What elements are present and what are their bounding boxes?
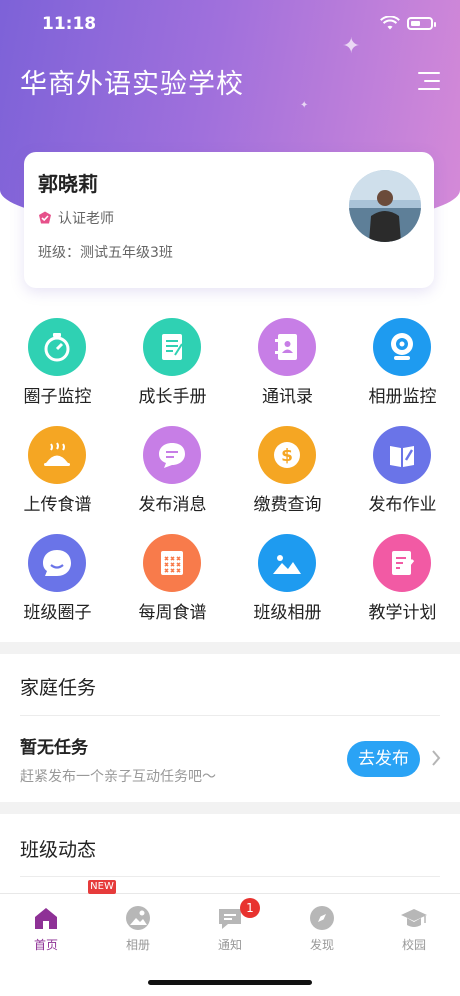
certification-row: 认证老师: [38, 208, 114, 228]
grid-label: 上传食谱: [23, 495, 92, 515]
status-time: 11:18: [42, 14, 97, 34]
calendar-grid-icon: [143, 534, 201, 592]
notebook-icon: [143, 318, 201, 376]
wifi-icon: [380, 16, 400, 30]
grid-item-class-album[interactable]: 班级相册: [230, 534, 345, 634]
grid-label: 教学计划: [368, 603, 437, 623]
camera-icon: [373, 318, 431, 376]
divider-line: [20, 876, 440, 877]
tab-bar: 首页 相册 通知 发现 校园: [0, 893, 460, 964]
home-icon: [35, 908, 57, 929]
grid-label: 缴费查询: [253, 495, 322, 515]
tab-album[interactable]: 相册: [92, 904, 184, 954]
book-pen-icon: [373, 426, 431, 484]
grid-label: 班级圈子: [23, 603, 92, 623]
empty-task-subtitle: 赶紧发布一个亲子互动任务吧～: [20, 769, 216, 785]
verified-badge-icon: [39, 211, 51, 224]
dollar-icon: $: [258, 426, 316, 484]
grid-item-post-homework[interactable]: 发布作业: [345, 426, 460, 526]
grid-item-payment-query[interactable]: $ 缴费查询: [230, 426, 345, 526]
tab-label: 通知: [217, 938, 242, 952]
grid-label: 发布消息: [138, 495, 207, 515]
avatar[interactable]: [349, 170, 421, 242]
grid-item-post-message[interactable]: 发布消息: [115, 426, 230, 526]
grid-item-weekly-recipe[interactable]: 每周食谱: [115, 534, 230, 634]
school-title: 华商外语实验学校: [20, 69, 244, 100]
profile-card[interactable]: 郭晓莉 认证老师 班级：测试五年级3班: [24, 152, 434, 288]
grid-label: 每周食谱: [138, 603, 207, 623]
tab-label: 校园: [401, 938, 426, 952]
family-tasks-title: 家庭任务: [20, 677, 97, 699]
tab-label: 发现: [309, 938, 334, 952]
tab-label: 相册: [125, 938, 150, 952]
plan-edit-icon: [373, 534, 431, 592]
grid-item-class-circle[interactable]: 班级圈子: [0, 534, 115, 634]
class-news-title: 班级动态: [20, 839, 97, 861]
tab-label: 首页: [33, 938, 58, 952]
grid-label: 圈子监控: [23, 387, 92, 407]
cloche-icon: [28, 426, 86, 484]
publish-task-button[interactable]: 去发布: [347, 741, 420, 777]
tab-discover[interactable]: 发现: [276, 904, 368, 954]
chat-bubble-icon: [143, 426, 201, 484]
grid-item-upload-recipe[interactable]: 上传食谱: [0, 426, 115, 526]
tab-notifications[interactable]: 通知: [184, 904, 276, 954]
tab-home[interactable]: 首页: [0, 904, 92, 954]
teacher-name: 郭晓莉: [38, 172, 98, 196]
avatar-photo: [349, 170, 421, 242]
timer-icon: [28, 318, 86, 376]
grid-label: 通讯录: [262, 387, 313, 407]
menu-icon[interactable]: [416, 70, 442, 92]
class-name: 测试五年级3班: [80, 245, 173, 261]
class-label: 班级：: [38, 245, 80, 261]
compass-icon: [310, 906, 334, 930]
section-divider: [0, 642, 460, 654]
certification-label: 认证老师: [58, 211, 114, 227]
grid-item-circle-monitor[interactable]: 圈子监控: [0, 318, 115, 418]
chevron-right-icon[interactable]: [430, 748, 442, 768]
status-bar: 11:18: [0, 0, 460, 50]
grid-item-contacts[interactable]: 通讯录: [230, 318, 345, 418]
grid-item-growth-book[interactable]: 成长手册: [115, 318, 230, 418]
battery-icon: [407, 17, 436, 30]
section-divider: [0, 802, 460, 814]
grid-label: 班级相册: [253, 603, 322, 623]
svg-text:$: $: [281, 446, 293, 466]
home-indicator: [148, 980, 312, 985]
album-icon: [126, 906, 150, 930]
grid-label: 发布作业: [368, 495, 437, 515]
tab-campus[interactable]: 校园: [368, 904, 460, 954]
landscape-icon: [258, 534, 316, 592]
grid-label: 相册监控: [368, 387, 437, 407]
empty-task-title: 暂无任务: [20, 738, 88, 758]
grid-label: 成长手册: [138, 387, 207, 407]
contacts-icon: [258, 318, 316, 376]
grid-item-teaching-plan[interactable]: 教学计划: [345, 534, 460, 634]
graduation-cap-icon: [401, 909, 427, 927]
notification-count-badge: 1: [240, 898, 260, 918]
smile-bubble-icon: [28, 534, 86, 592]
divider-line: [20, 715, 440, 716]
class-info: 班级：测试五年级3班: [38, 242, 173, 262]
sparkle-icon: ✦: [300, 100, 309, 111]
new-badge: NEW: [88, 880, 116, 894]
grid-item-album-monitor[interactable]: 相册监控: [345, 318, 460, 418]
